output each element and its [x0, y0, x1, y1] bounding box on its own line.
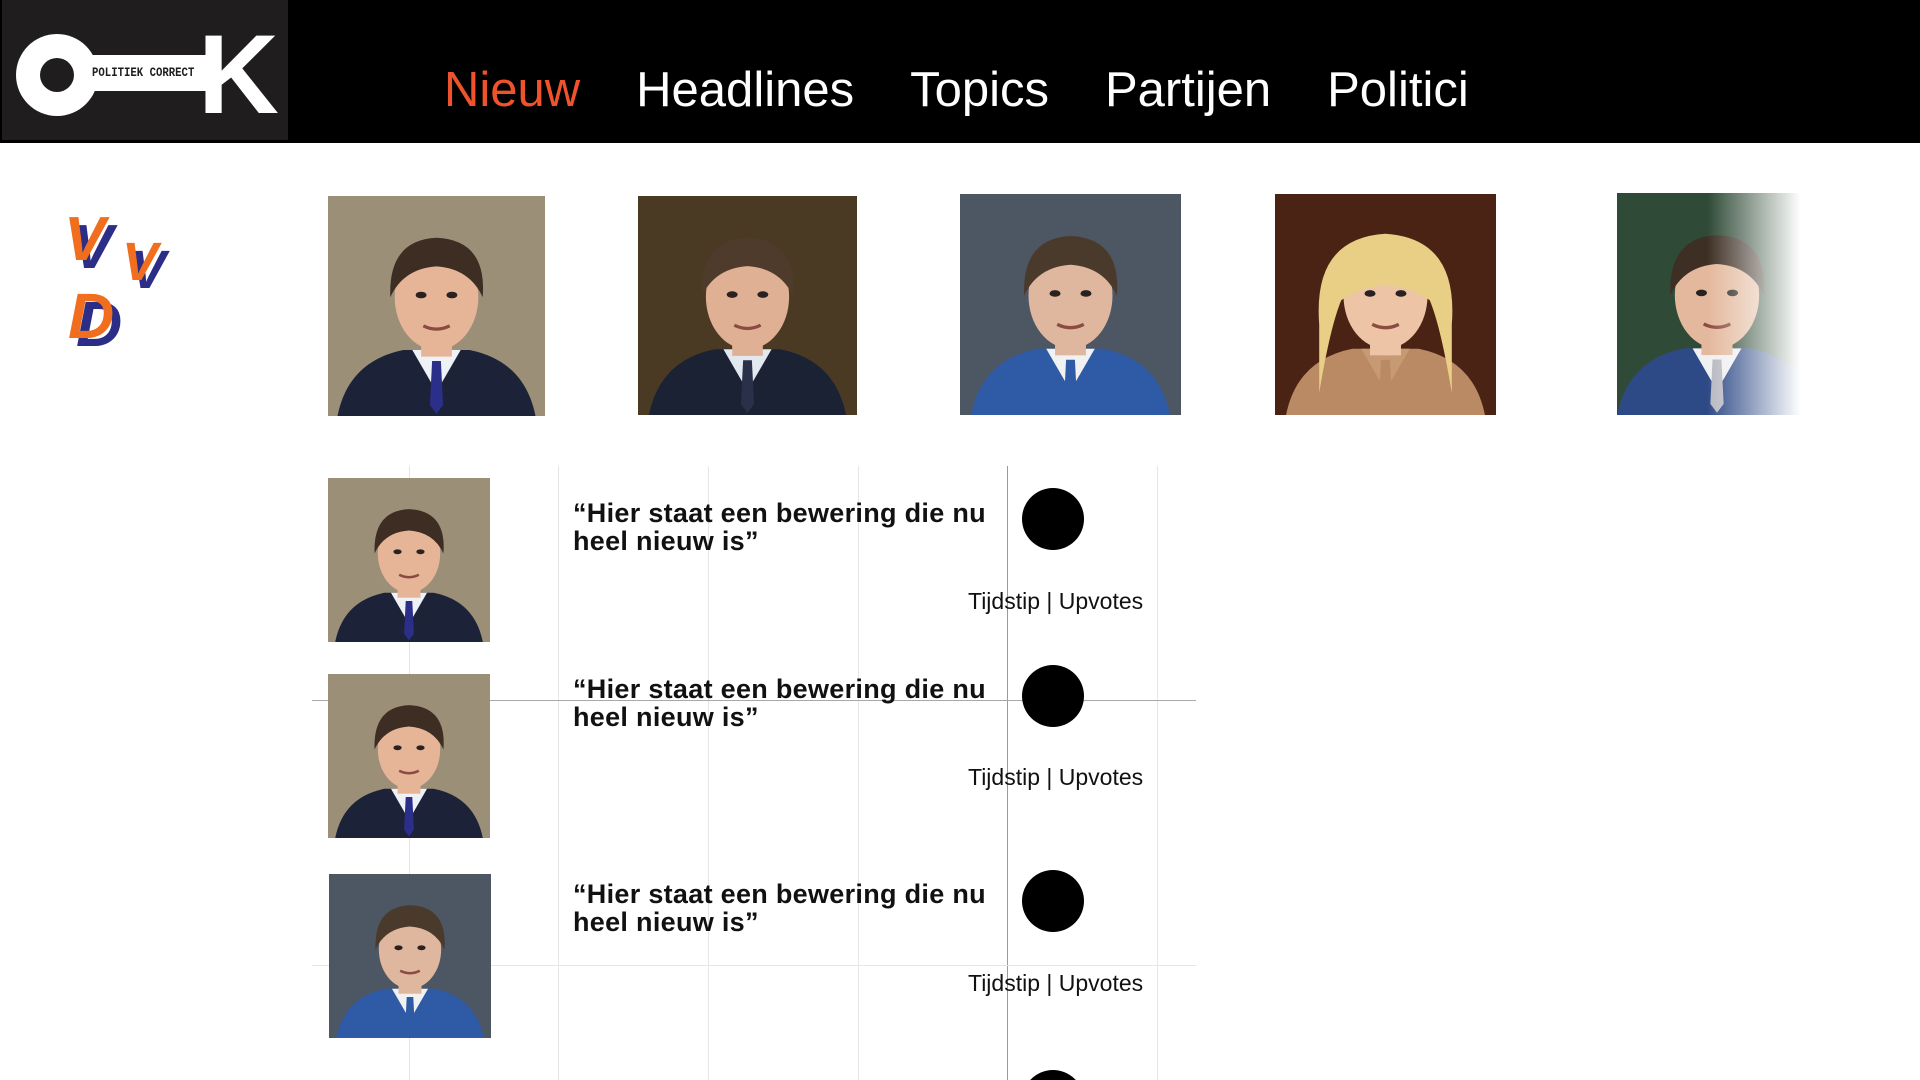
grid-line	[558, 466, 559, 1080]
nav-item-politici[interactable]: Politici	[1327, 60, 1469, 120]
party-logo[interactable]: VVVVDD	[64, 205, 200, 360]
upvote-button[interactable]	[1022, 1070, 1084, 1080]
feed-thumbnail[interactable]	[328, 674, 490, 838]
grid-line	[708, 466, 709, 1080]
vvd-logo-icon: VV VVDD	[64, 205, 170, 360]
politician-portrait-3[interactable]	[960, 194, 1181, 415]
header: POLITIEK CORRECT K Nieuw Headlines Topic…	[0, 0, 1920, 143]
nav-item-nieuw[interactable]: Nieuw	[444, 60, 580, 120]
claim-text[interactable]: “Hier staat een bewering die nu heel nie…	[573, 499, 993, 555]
svg-text:V: V	[122, 232, 162, 292]
upvote-button[interactable]	[1022, 665, 1084, 727]
nav-item-headlines[interactable]: Headlines	[636, 60, 854, 120]
upvote-button[interactable]	[1022, 870, 1084, 932]
page: POLITIEK CORRECT K Nieuw Headlines Topic…	[0, 0, 1920, 1080]
politician-portrait-2[interactable]	[638, 196, 857, 415]
nav-item-partijen[interactable]: Partijen	[1105, 60, 1271, 120]
logo-text: POLITIEK CORRECT	[92, 65, 195, 80]
politician-portrait-4[interactable]	[1275, 194, 1496, 415]
politician-portrait-1[interactable]	[328, 196, 545, 416]
feed-thumbnail[interactable]	[329, 874, 491, 1038]
claim-text[interactable]: “Hier staat een bewering die nu heel nie…	[573, 880, 993, 936]
claim-text[interactable]: “Hier staat een bewering die nu heel nie…	[573, 675, 993, 731]
feed-meta: Tijdstip | Upvotes	[968, 764, 1144, 790]
logo-letter: K	[198, 12, 279, 137]
feed-meta: Tijdstip | Upvotes	[968, 970, 1144, 996]
politician-portrait-5[interactable]	[1617, 193, 1817, 415]
site-logo[interactable]: POLITIEK CORRECT K	[2, 0, 288, 140]
upvote-button[interactable]	[1022, 488, 1084, 550]
svg-text:D: D	[68, 280, 114, 352]
grid-line	[858, 466, 859, 1080]
svg-text:V: V	[64, 206, 110, 274]
grid-line	[1157, 466, 1158, 1080]
nav-item-topics[interactable]: Topics	[910, 60, 1049, 120]
feed-thumbnail[interactable]	[328, 478, 490, 642]
main-nav: Nieuw Headlines Topics Partijen Politici	[444, 60, 1525, 120]
feed-meta: Tijdstip | Upvotes	[968, 588, 1144, 614]
